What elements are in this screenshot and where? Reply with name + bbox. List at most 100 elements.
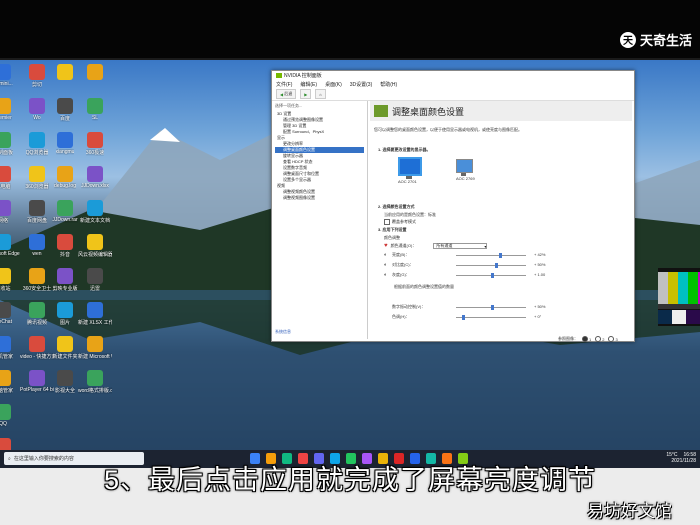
desktop-icon[interactable]: wen: [22, 234, 52, 266]
desktop-icon[interactable]: 百度网盘: [22, 200, 52, 232]
desktop-icon[interactable]: 图片: [50, 302, 80, 334]
menu-help[interactable]: 帮助(H): [380, 81, 397, 88]
nvidia-control-panel-window[interactable]: NVIDIA 控制面板 文件(F) 编辑(E) 桌面(K) 3D设置(3) 帮助…: [271, 70, 700, 342]
adjust-slider[interactable]: [456, 273, 526, 278]
desktop-icon[interactable]: xiangmu: [50, 132, 80, 164]
system-info-link[interactable]: 系统信息: [275, 329, 291, 335]
channel-select[interactable]: 所有通道 ▾: [433, 243, 488, 249]
menu-3d[interactable]: 3D设置(3): [350, 81, 373, 88]
desktop-icon[interactable]: JJDown.xlsx: [80, 166, 110, 198]
slider-knob[interactable]: [491, 273, 494, 278]
app-icon: [57, 268, 73, 284]
adjust-slider[interactable]: [456, 253, 526, 258]
adjust-slider[interactable]: [456, 263, 526, 268]
hue-row: 色调(H)： + 0°: [392, 314, 542, 320]
forward-arrow-icon: ▶: [304, 91, 308, 97]
desktop-icon[interactable]: 新建文本文档: [80, 200, 110, 232]
desktop-icon[interactable]: 剪切: [22, 64, 52, 96]
desktop-icon[interactable]: QQ: [0, 404, 18, 436]
app-icon: [57, 64, 73, 80]
desktop-icon[interactable]: 迅雷: [80, 268, 110, 300]
desktop-icon[interactable]: PotPlayer 64 bit: [20, 370, 54, 402]
desktop-icon[interactable]: 此电脑: [0, 166, 18, 198]
forward-button[interactable]: ▶: [300, 89, 312, 99]
toolbar: ◀ 后退 ▶ ⌂: [272, 88, 634, 101]
app-icon: [0, 302, 11, 318]
desktop-icon[interactable]: SL: [80, 98, 110, 130]
monitor-aoc-2701[interactable]: AOC 2701: [398, 157, 422, 184]
desktop-icon[interactable]: 风云视频编辑器: [78, 234, 112, 266]
app-icon: [87, 64, 103, 80]
desktop-icon[interactable]: 剪映专业版: [50, 268, 80, 300]
slider-knob[interactable]: [461, 315, 465, 320]
menu-desktop[interactable]: 桌面(K): [325, 81, 342, 88]
desktop-icon[interactable]: 新建 XLSX 工作表: [78, 302, 112, 334]
desktop-icon[interactable]: 网络: [0, 200, 18, 232]
brand-logo: 天 天奇生活: [619, 30, 692, 49]
desktop-icon[interactable]: word格式排版.docx: [78, 370, 112, 402]
home-button[interactable]: ⌂: [315, 89, 326, 99]
desktop-icon[interactable]: [80, 64, 110, 96]
desktop-icon[interactable]: 新建文件夹: [50, 336, 80, 368]
contrast-icon: ◐: [384, 262, 388, 268]
monitor-aoc-2769[interactable]: AOC 2769: [456, 159, 480, 181]
hue-slider[interactable]: [456, 315, 526, 320]
desktop-icon[interactable]: 电脑管家: [0, 370, 18, 402]
tree-label: 选择一项任务...: [275, 103, 303, 108]
color-channel-icon: ♥: [384, 243, 388, 249]
desktop-icon[interactable]: Microsoft Edge: [0, 234, 20, 266]
desktop-icon[interactable]: Microsoft Edge: [0, 438, 18, 450]
desktop-icon[interactable]: 360浏览器: [22, 166, 52, 198]
task-tree: 选择一项任务... 3D 设置 通过预览调整图像设置 管理 3D 设置 配置 Surr…: [272, 101, 368, 339]
desktop-icon[interactable]: 腾讯视频: [22, 302, 52, 334]
back-button[interactable]: ◀ 后退: [276, 89, 297, 99]
gamma-icon: ◐: [384, 272, 388, 278]
desktop-icon[interactable]: QQ浏览器: [22, 132, 52, 164]
desktop-icon[interactable]: 抖音: [50, 234, 80, 266]
override-checkbox[interactable]: 覆盖参考模式: [384, 219, 416, 225]
desktop-icon[interactable]: 百度: [50, 98, 80, 130]
app-icon: [0, 132, 11, 148]
menu-file[interactable]: 文件(F): [276, 81, 292, 88]
desktop-icon[interactable]: 360安全卫士: [22, 268, 52, 300]
app-icon: [87, 370, 103, 386]
desktop-icon[interactable]: JJDown.rar: [50, 200, 80, 232]
desktop-icon[interactable]: 新建 Microsoft Word 文档: [78, 336, 112, 368]
desktop-icon[interactable]: WeChat: [0, 302, 18, 334]
window-title: NVIDIA 控制面板: [272, 71, 634, 80]
app-icon: [0, 370, 11, 386]
reference-radio-3[interactable]: 3: [608, 336, 618, 342]
desktop-icon[interactable]: [50, 64, 80, 96]
reference-radio-1[interactable]: 1: [582, 336, 591, 342]
app-icon: [0, 404, 11, 420]
menu-edit[interactable]: 编辑(E): [300, 81, 317, 88]
desktop-icon[interactable]: 控制面板: [0, 132, 18, 164]
desktop-icon[interactable]: video - 快捷方式: [20, 336, 54, 368]
desktop-icon[interactable]: 回收站: [0, 268, 18, 300]
desktop-icon[interactable]: Admini...: [0, 64, 18, 96]
app-icon: [87, 200, 103, 216]
app-icon: [0, 64, 11, 80]
digital-vibrance-row: 数字振动控制(V)： + 50%: [392, 304, 546, 310]
section-1-heading: 1. 选择要更改设置的显示器。: [378, 147, 431, 152]
app-icon: [0, 268, 11, 284]
slider-knob[interactable]: [499, 253, 503, 258]
desktop-icon[interactable]: Wo: [22, 98, 52, 130]
app-icon: [57, 336, 73, 352]
desktop-icon[interactable]: 360极速: [80, 132, 110, 164]
adjust-row: ◐ 灰度(G)： + 1.00: [384, 272, 546, 278]
desktop-icon[interactable]: 手机管家: [0, 336, 18, 368]
digital-vibrance-slider[interactable]: [456, 305, 526, 310]
slider-knob[interactable]: [491, 305, 494, 310]
desktop-icon[interactable]: 影视大全: [50, 370, 80, 402]
app-icon: [57, 98, 73, 114]
app-icon: [0, 234, 11, 250]
desktop-icon[interactable]: debug.log: [50, 166, 80, 198]
desktop-icon[interactable]: Premier: [0, 98, 18, 130]
tree-item[interactable]: 调整视频图像设置: [275, 195, 364, 201]
slider-knob[interactable]: [494, 263, 498, 268]
app-icon: [57, 302, 73, 318]
desktop-icon-column: Admini...Premier控制面板此电脑网络Microsoft Edge回…: [0, 64, 20, 450]
content-header: 调整桌面颜色设置: [370, 101, 632, 121]
reference-radio-2[interactable]: 2: [595, 336, 604, 342]
